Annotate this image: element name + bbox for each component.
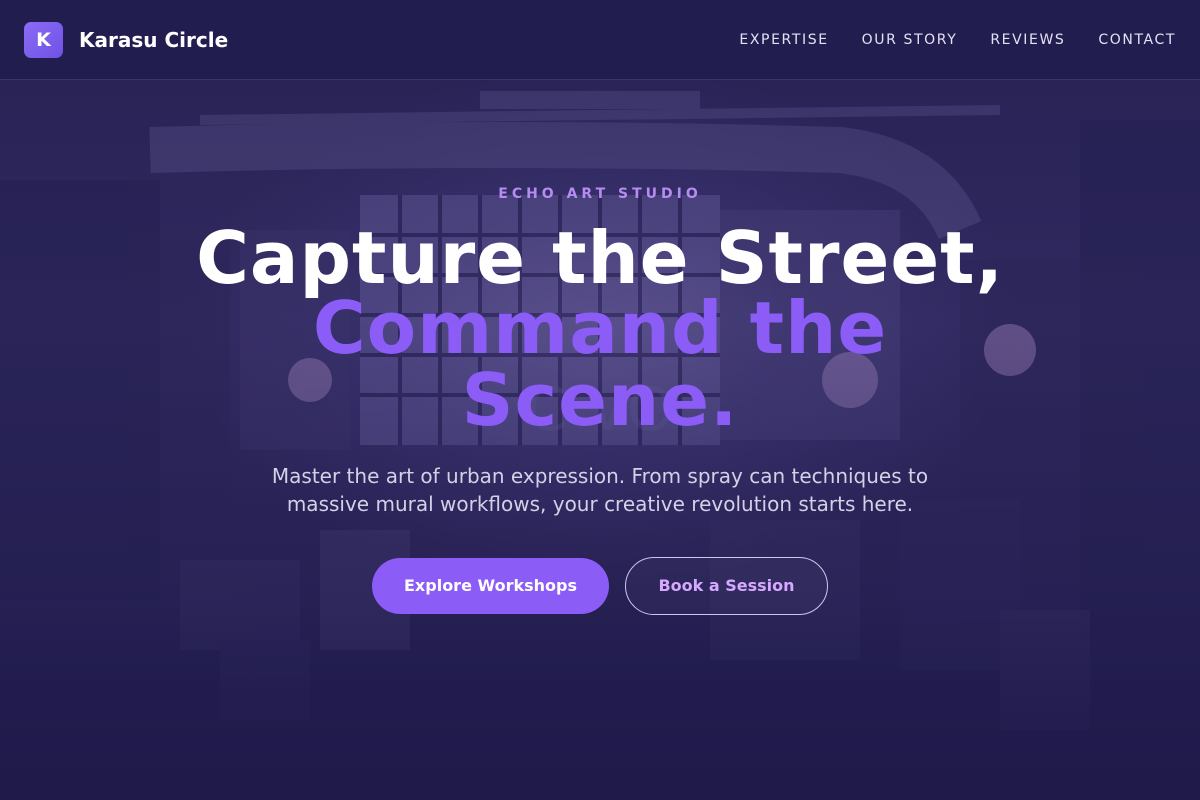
nav-link-our-story[interactable]: OUR STORY	[862, 30, 958, 50]
page: C VO K Karasu Circle EXPERTISE OUR STORY…	[0, 0, 1200, 800]
site-header: K Karasu Circle EXPERTISE OUR STORY REVI…	[0, 0, 1200, 80]
nav-link-expertise[interactable]: EXPERTISE	[739, 30, 828, 50]
book-session-button[interactable]: Book a Session	[625, 557, 828, 615]
brand-name[interactable]: Karasu Circle	[79, 27, 228, 53]
logo-badge[interactable]: K	[24, 22, 63, 58]
main-nav: EXPERTISE OUR STORY REVIEWS CONTACT	[739, 30, 1176, 50]
nav-link-reviews[interactable]: REVIEWS	[990, 30, 1065, 50]
hero-title-line-2: Command the Scene.	[312, 286, 888, 442]
nav-link-contact[interactable]: CONTACT	[1098, 30, 1176, 50]
hero-section: ECHO ART STUDIO Capture the Street, Comm…	[0, 0, 1200, 800]
hero-eyebrow: ECHO ART STUDIO	[498, 186, 702, 202]
hero-subtitle: Master the art of urban expression. From…	[271, 464, 929, 516]
explore-workshops-button[interactable]: Explore Workshops	[372, 558, 609, 614]
